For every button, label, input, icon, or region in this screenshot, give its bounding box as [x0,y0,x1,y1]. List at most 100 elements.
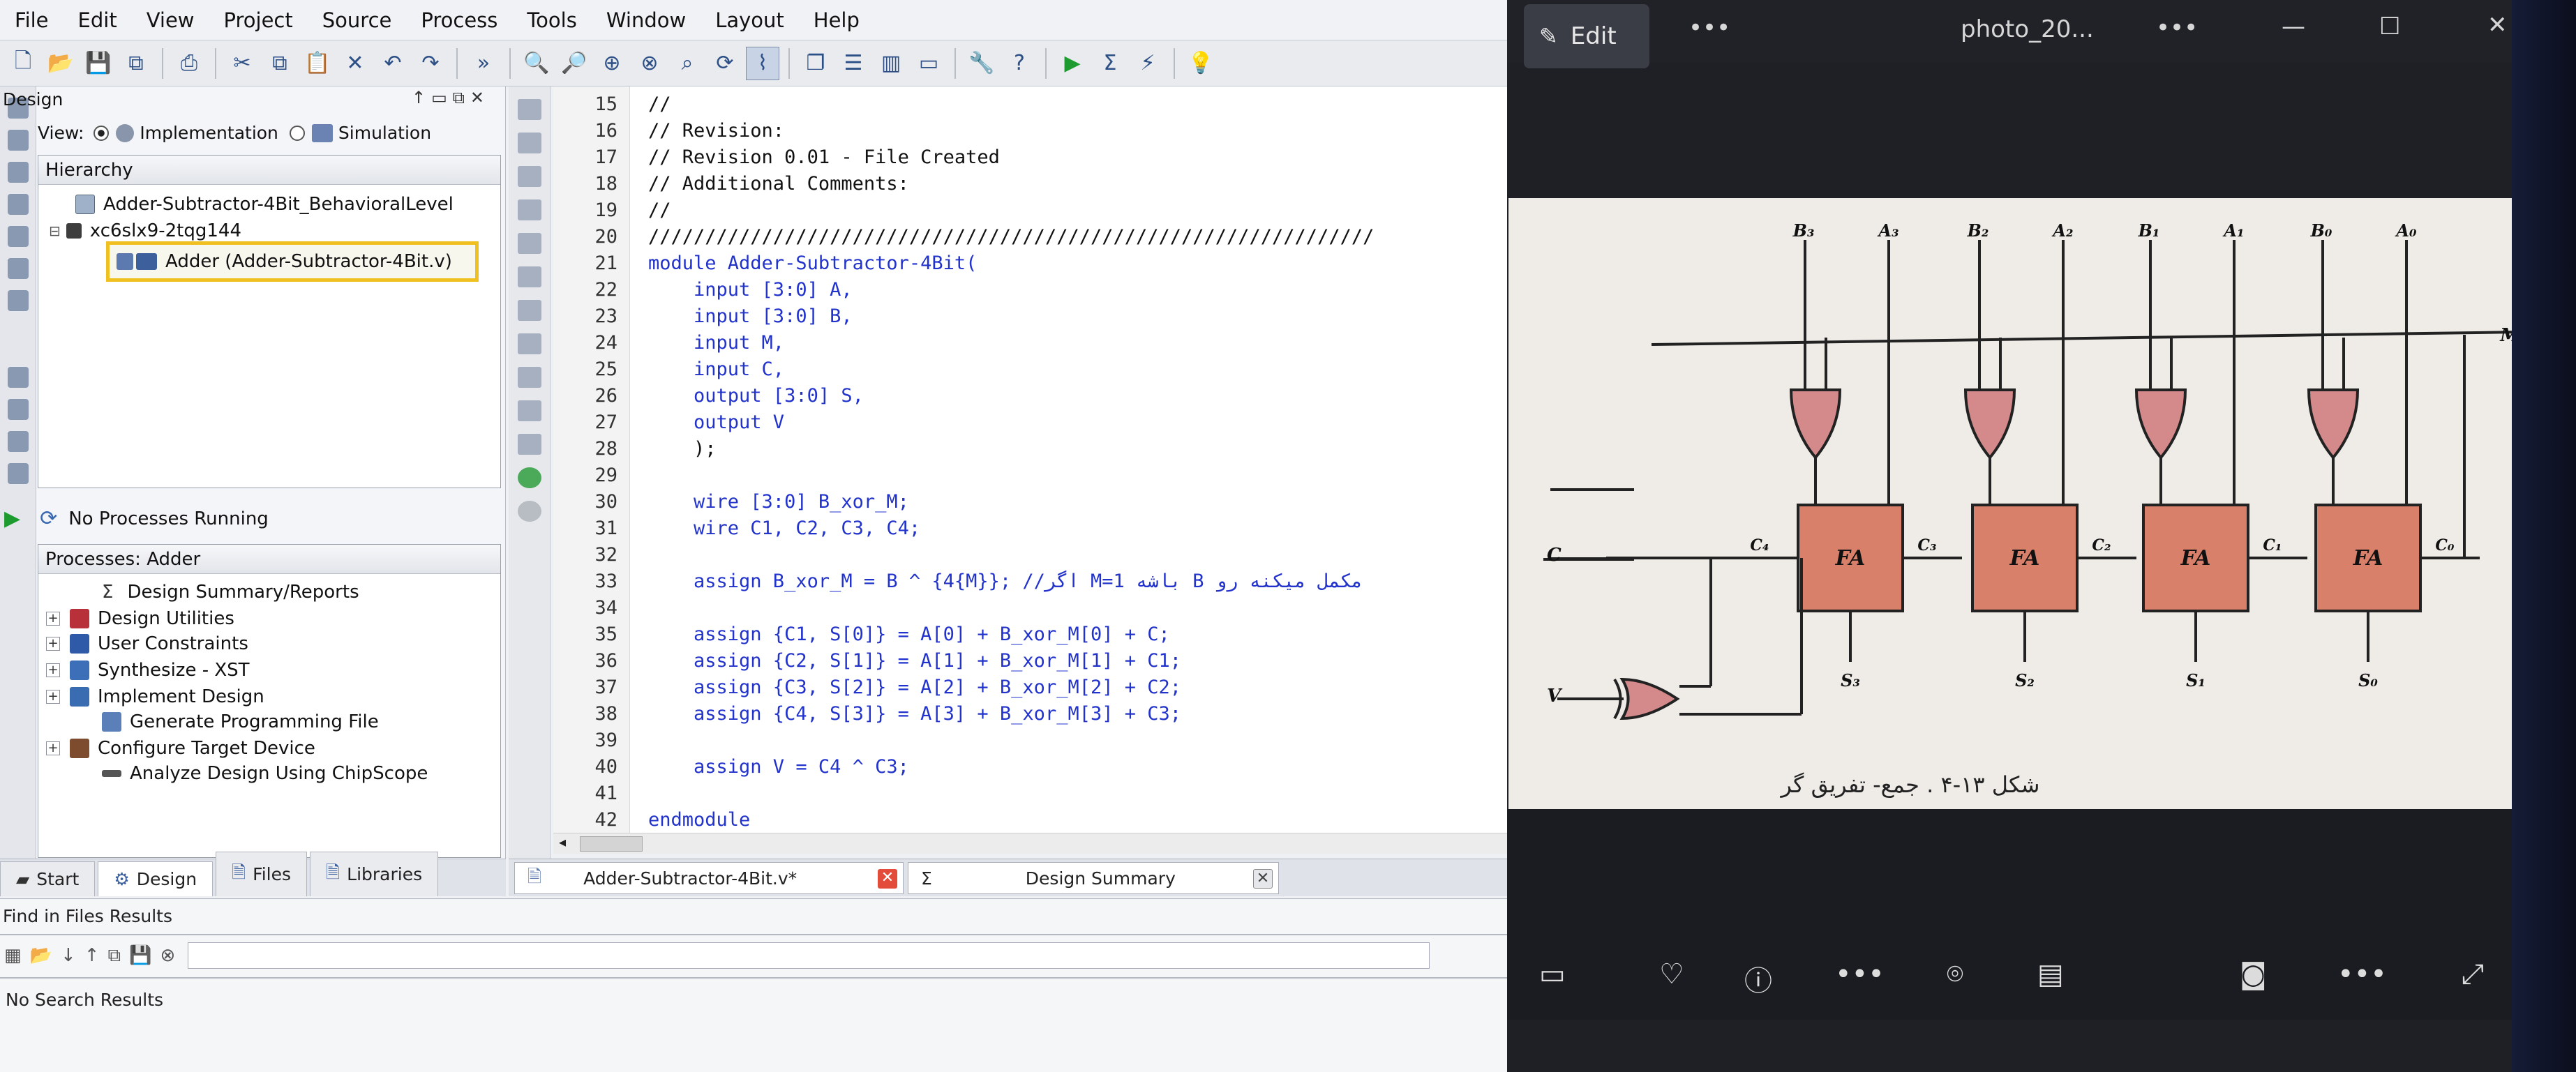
expand-icon[interactable]: + [46,637,60,651]
save-all-icon[interactable]: ⧉ [119,47,153,80]
redo-icon[interactable]: ↷ [414,47,447,80]
more-options-icon[interactable]: ••• [2156,14,2198,42]
editor-tool-icon[interactable] [518,400,541,421]
minimize-icon[interactable]: — [2282,13,2305,40]
float-window-icon[interactable]: ▭ [912,47,945,80]
arrow-down-icon[interactable]: ↓ [61,945,76,966]
refresh-icon[interactable]: ⟳ [40,506,57,531]
code-line[interactable]: // [648,93,671,115]
close-icon[interactable]: ✕ [1253,869,1273,889]
expand-icon[interactable]: + [46,663,60,677]
simulation-label[interactable]: Simulation [338,123,431,143]
save-icon[interactable]: 💾 [82,47,115,80]
menu-project[interactable]: Project [209,8,308,32]
scroll-thumb[interactable] [580,836,643,852]
code-line[interactable]: wire [3:0] B_xor_M; [648,491,909,513]
menu-layout[interactable]: Layout [701,8,799,32]
cut-icon[interactable]: ✂ [225,47,259,80]
tab-files[interactable]: 🗎 Files [216,852,308,896]
editor-tool-icon[interactable] [518,233,541,254]
menu-file[interactable]: File [0,8,63,32]
tree-project-item[interactable]: Adder-Subtractor-4Bit_BehavioralLevel [75,194,454,215]
code-line[interactable]: // Revision 0.01 - File Created [648,146,1000,168]
process-item[interactable]: + Synthesize - XST [46,660,250,681]
zoom-select-icon[interactable]: ⌕ [671,47,704,80]
editor-tool-icon[interactable] [518,434,541,455]
open-folder-icon[interactable]: 📂 [44,47,77,80]
code-line[interactable]: // Additional Comments: [648,173,909,195]
side-tool-icon[interactable] [8,226,29,247]
fullscreen-icon[interactable]: ⤢ [2462,958,2484,990]
editor-tool-icon[interactable] [518,133,541,153]
sigma-icon[interactable]: Σ [1093,47,1127,80]
waveform-icon[interactable]: ⌇ [746,46,779,80]
tab-design-summary[interactable]: Σ Design Summary ✕ [908,862,1279,894]
side-tool-icon[interactable] [8,399,29,420]
side-tool-icon[interactable] [8,290,29,311]
zoom-fit-icon[interactable]: ⊗ [633,47,666,80]
find-tool-icon[interactable]: ▦ [4,945,22,966]
menu-source[interactable]: Source [308,8,407,32]
code-line[interactable]: assign {C3, S[2]} = A[2] + B_xor_M[2] + … [648,677,1181,698]
process-item[interactable]: + User Constraints [46,633,248,654]
process-item[interactable]: + Implement Design [46,686,264,707]
more-options-icon[interactable]: ••• [2337,958,2387,990]
side-tool-icon[interactable] [8,162,29,183]
refresh-icon[interactable]: ⟳ [708,47,742,80]
code-line[interactable]: assign {C2, S[1]} = A[1] + B_xor_M[1] + … [648,650,1181,672]
side-tool-icon[interactable] [8,258,29,279]
code-line[interactable]: assign {C1, S[0]} = A[0] + B_xor_M[0] + … [648,624,1170,645]
lightbulb-icon[interactable]: 💡 [1184,47,1218,80]
menu-tools[interactable]: Tools [512,8,591,32]
cascade-windows-icon[interactable]: ❐ [799,47,832,80]
more-options-icon[interactable]: ••• [1688,14,1730,42]
process-item[interactable]: Analyze Design Using ChipScope [78,763,428,784]
editor-tool-icon[interactable] [518,333,541,354]
editor-tool-icon[interactable] [518,166,541,187]
maximize-icon[interactable]: ☐ [2379,13,2400,40]
wrench-icon[interactable]: 🔧 [965,47,998,80]
run-process-icon[interactable]: ▶ [4,506,20,531]
expand-icon[interactable]: + [46,612,60,626]
implementation-radio[interactable] [93,125,110,141]
panel-window-controls[interactable]: ↑▭⧉✕ [412,88,490,107]
tab-design[interactable]: ⚙ Design [98,861,214,896]
code-line[interactable]: module Adder-Subtractor-4Bit( [648,252,977,274]
code-line[interactable]: output V [648,412,784,433]
zoom-out-icon[interactable]: 🔎 [557,47,591,80]
tab-verilog-file[interactable]: 🗎 Adder-Subtractor-4Bit.v* ✕ [514,862,904,894]
close-icon[interactable]: ✕ [878,869,897,889]
process-item[interactable]: Σ Design Summary/Reports [78,582,359,603]
tile-horizontal-icon[interactable]: ☰ [837,47,870,80]
menu-view[interactable]: View [132,8,209,32]
arrow-up-icon[interactable]: ↑ [84,945,100,966]
tab-libraries[interactable]: 🗎 Libraries [310,852,439,896]
find-folder-icon[interactable]: 📂 [30,945,52,966]
copy-icon[interactable]: ⧉ [263,47,297,80]
side-tool-icon[interactable] [8,194,29,215]
expand-icon[interactable]: + [46,690,60,704]
editor-horizontal-scrollbar[interactable]: ◂ [553,833,1507,854]
code-line[interactable]: output [3:0] S, [648,385,864,407]
side-tool-icon[interactable] [8,367,29,388]
probe-icon[interactable]: ⚡ [1131,47,1165,80]
code-line[interactable]: // Revision: [648,120,784,142]
menu-help[interactable]: Help [799,8,874,32]
editor-tool-icon[interactable] [518,300,541,321]
undo-icon[interactable]: ↶ [376,47,410,80]
side-tool-icon[interactable] [8,431,29,452]
code-editor[interactable]: 15 // 16 // Revision: 17 // Revision 0.01 - F… [553,86,1507,838]
code-line[interactable]: assign {C4, S[3]} = A[3] + B_xor_M[3] + … [648,703,1181,725]
process-item[interactable]: + Configure Target Device [46,738,315,759]
new-file-icon[interactable]: 🗋 [6,47,40,80]
code-line[interactable]: assign B_xor_M = B ^ {4{M}}; //اگر M=1 ب… [648,571,1363,592]
filmstrip-icon[interactable]: ▭ [1539,958,1566,990]
close-window-icon[interactable]: ✕ [2487,11,2508,39]
help-pointer-icon[interactable]: ? [1003,47,1036,80]
stop-icon[interactable]: ⊗ [160,945,176,966]
tile-vertical-icon[interactable]: ▥ [874,47,908,80]
editor-tool-icon[interactable] [518,367,541,388]
code-line[interactable]: endmodule [648,809,750,831]
slideshow-icon[interactable]: ◙ [2240,958,2267,990]
tree-device-item[interactable]: ⊟ xc6slx9-2tqg144 [49,220,241,241]
